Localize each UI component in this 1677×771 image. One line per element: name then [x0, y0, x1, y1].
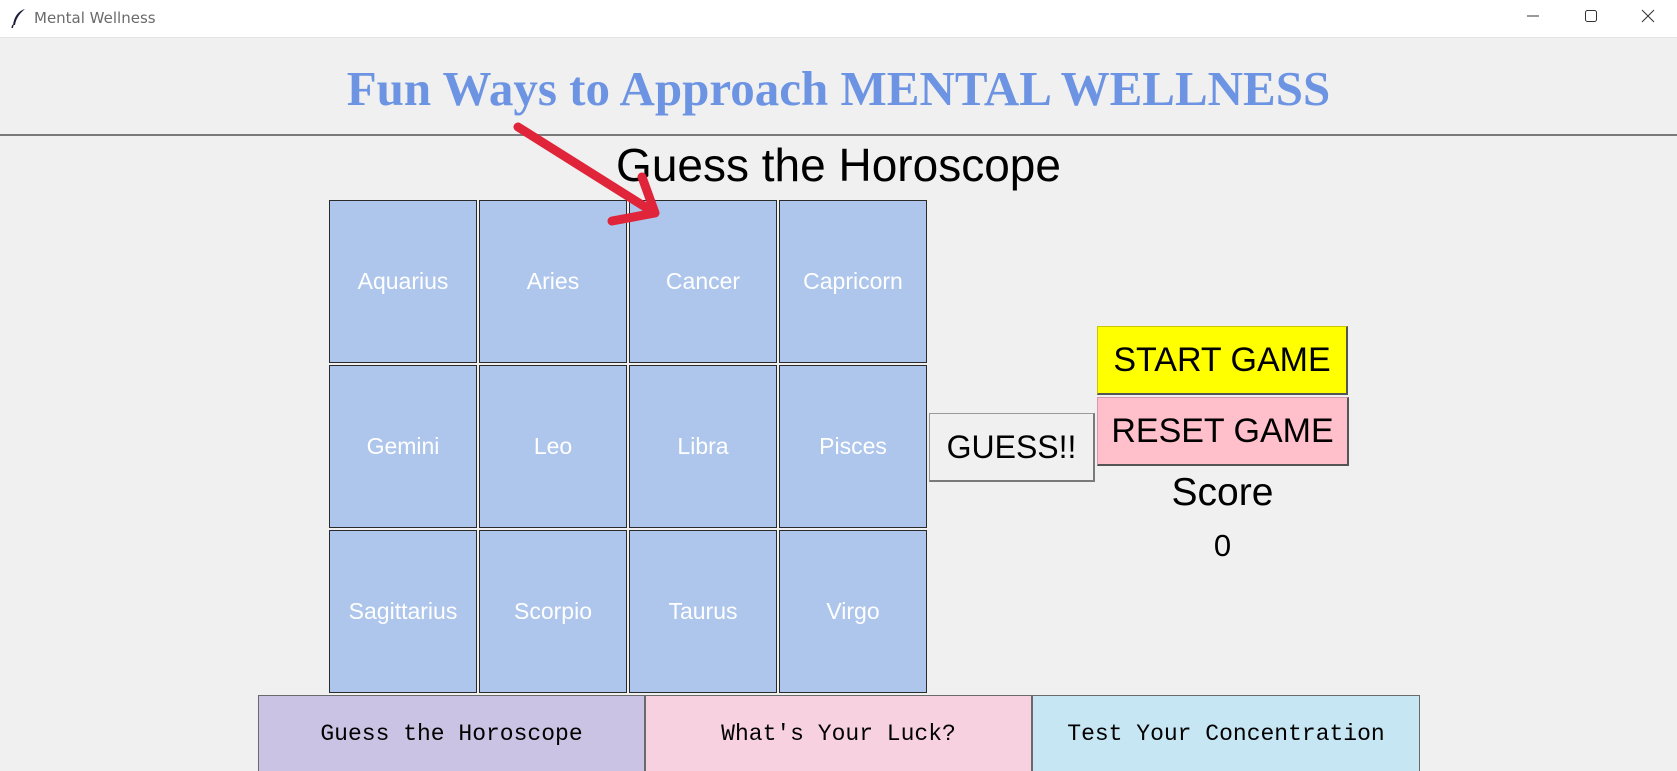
sign-libra-button[interactable]: Libra	[629, 365, 777, 528]
window-title: Mental Wellness	[34, 9, 156, 27]
game-title: Guess the Horoscope	[616, 139, 1061, 191]
sign-taurus-button[interactable]: Taurus	[629, 530, 777, 693]
guess-button[interactable]: GUESS!!	[929, 413, 1095, 482]
sign-aquarius-button[interactable]: Aquarius	[329, 200, 477, 363]
maximize-button[interactable]	[1562, 0, 1620, 37]
feather-icon	[10, 8, 28, 29]
sign-sagittarius-button[interactable]: Sagittarius	[329, 530, 477, 693]
nav-test-concentration-button[interactable]: Test Your Concentration	[1032, 695, 1420, 771]
nav-whats-your-luck-button[interactable]: What's Your Luck?	[645, 695, 1032, 771]
sign-leo-button[interactable]: Leo	[479, 365, 627, 528]
window-title-bar: Mental Wellness	[0, 0, 1677, 38]
start-game-button[interactable]: START GAME	[1097, 326, 1348, 395]
minimize-button[interactable]	[1504, 0, 1562, 37]
close-icon	[1641, 9, 1655, 28]
sign-aries-button[interactable]: Aries	[479, 200, 627, 363]
maximize-icon	[1584, 9, 1598, 28]
score-label: Score	[1171, 471, 1274, 514]
horoscope-grid: Aquarius Aries Cancer Capricorn Gemini L…	[329, 200, 929, 695]
minimize-icon	[1526, 9, 1540, 28]
sign-cancer-button[interactable]: Cancer	[629, 200, 777, 363]
sign-virgo-button[interactable]: Virgo	[779, 530, 927, 693]
nav-guess-horoscope-button[interactable]: Guess the Horoscope	[258, 695, 645, 771]
app-header: Fun Ways to Approach MENTAL WELLNESS	[0, 38, 1677, 136]
score-value: 0	[1213, 528, 1232, 563]
sign-capricorn-button[interactable]: Capricorn	[779, 200, 927, 363]
app-title: Fun Ways to Approach MENTAL WELLNESS	[346, 61, 1331, 116]
close-button[interactable]	[1619, 0, 1677, 37]
reset-game-button[interactable]: RESET GAME	[1097, 397, 1349, 466]
sign-pisces-button[interactable]: Pisces	[779, 365, 927, 528]
sign-scorpio-button[interactable]: Scorpio	[479, 530, 627, 693]
sign-gemini-button[interactable]: Gemini	[329, 365, 477, 528]
